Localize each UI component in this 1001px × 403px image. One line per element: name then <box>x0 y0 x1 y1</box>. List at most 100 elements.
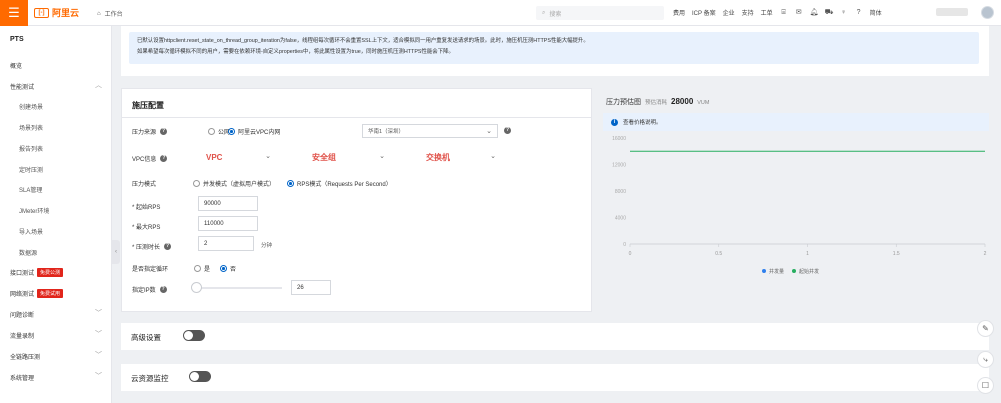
bulb-icon[interactable]: ♀ <box>840 9 848 17</box>
sidebar-item-datasource[interactable]: 数据源 <box>19 248 37 257</box>
search-placeholder: 搜索 <box>549 11 562 18</box>
sidebar-item-traffic-record[interactable]: 流量录制 <box>10 331 34 340</box>
advanced-settings-toggle[interactable] <box>183 330 205 341</box>
badge-free: 免费公测 <box>37 268 64 277</box>
help-icon[interactable]: ? <box>855 9 863 17</box>
radio-vpc[interactable]: 阿里云VPC内网 <box>228 127 280 136</box>
nav-icp[interactable]: ICP 备案 <box>692 8 716 17</box>
chevron-down-icon[interactable]: ﹀ <box>95 329 102 339</box>
help-icon[interactable]: ? <box>504 127 511 134</box>
bell-icon[interactable]: 🔔︎ <box>810 9 819 17</box>
chevron-down-icon: ⌄ <box>379 153 385 160</box>
nav-ticket[interactable]: 工单 <box>761 8 773 17</box>
radio-concurrency[interactable]: 并发模式（虚拟用户模式） <box>193 179 275 188</box>
legend-series-1[interactable]: 起始并发 <box>792 268 819 275</box>
slider-handle[interactable] <box>191 282 202 293</box>
x-tick-label: 1.5 <box>893 251 900 257</box>
sidebar-item-sla[interactable]: SLA管理 <box>19 185 42 194</box>
help-icon[interactable]: ? <box>160 128 168 135</box>
cloud-monitor-toggle[interactable] <box>189 371 211 382</box>
radio-rps[interactable]: RPS模式（Requests Per Second） <box>287 179 392 188</box>
notice-banner: 已默认设置httpclient.reset_state_on_thread_gr… <box>129 32 979 64</box>
ip-count-label: 指定IP数? <box>132 286 167 294</box>
legend-series-0[interactable]: 并发量 <box>762 268 784 275</box>
logo-mark-icon: [-] <box>34 7 49 18</box>
estimate-label: 预估消耗 <box>645 100 668 106</box>
source-label: 压力来源? <box>132 128 168 136</box>
sidebar-item-system[interactable]: 系统管理 <box>10 373 34 382</box>
badge-trial: 免费试用 <box>37 289 64 298</box>
vpc-select[interactable]: VPC ⌄ <box>201 150 276 164</box>
duration-label: * 压测时长? <box>132 243 172 251</box>
vpc-label: VPC信息? <box>132 155 168 163</box>
y-tick-label: 12000 <box>612 163 626 169</box>
duration-input[interactable]: 2 <box>198 236 254 251</box>
chevron-down-icon[interactable]: ﹀ <box>95 371 102 381</box>
sidebar: PTS 概览 性能测试 ︿ 创建场景 场景列表 报告列表 定时压测 SLA管理 … <box>0 26 112 403</box>
sidebar-item-network-test[interactable]: 网络测试 免费试用 <box>10 289 64 298</box>
sidebar-item-overview[interactable]: 概览 <box>10 61 22 70</box>
price-info-banner: i 查看价格说明。 <box>603 113 989 131</box>
radio-loop-yes[interactable]: 是 <box>194 264 210 273</box>
share-icon[interactable]: ⤷ <box>977 351 994 368</box>
radio-public[interactable]: 公网 <box>208 127 230 136</box>
sidebar-item-scene-list[interactable]: 场景列表 <box>19 123 43 132</box>
sidebar-item-import[interactable]: 导入场景 <box>19 227 43 236</box>
chart-header: 压力预估图 预估消耗 28000 VUM <box>606 97 710 107</box>
help-icon[interactable]: ? <box>164 243 172 250</box>
start-rps-input[interactable]: 90000 <box>198 196 258 211</box>
top-nav: 费用 ICP 备案 企业 支持 工单 ⌸ ✉ 🔔︎ ⛟ ♀ ? 简体 <box>673 8 882 18</box>
brand-name: 阿里云 <box>52 8 80 18</box>
help-icon[interactable]: ? <box>159 286 167 293</box>
cart-icon[interactable]: ⛟ <box>825 9 834 17</box>
language-switch[interactable]: 简体 <box>870 8 882 17</box>
chevron-up-icon[interactable]: ︿ <box>95 80 102 90</box>
sidebar-item-api-test[interactable]: 接口测试 免费公测 <box>10 268 64 277</box>
y-tick-label: 0 <box>623 242 626 248</box>
brand-logo[interactable]: [-] 阿里云 <box>34 6 79 19</box>
sidebar-item-create-scene[interactable]: 创建场景 <box>19 102 43 111</box>
pressure-chart: 0 4000 8000 12000 16000 0 0.5 1 1.5 2 <box>612 136 987 257</box>
section-title: 施压配置 <box>132 101 164 110</box>
sidebar-item-jmeter[interactable]: JMeter环境 <box>19 206 49 215</box>
sidebar-item-performance[interactable]: 性能测试 <box>10 82 34 91</box>
security-group-select[interactable]: 安全组 ⌄ <box>307 150 390 164</box>
vswitch-select[interactable]: 交换机 ⌄ <box>421 150 501 164</box>
cloud-shell-icon[interactable]: ⌸ <box>780 9 788 17</box>
message-icon[interactable]: ✉ <box>795 9 803 17</box>
search-input[interactable]: ⌕ 搜索 <box>536 6 664 20</box>
region-select[interactable]: 华南1（深圳） ⌄ <box>362 124 498 138</box>
sidebar-item-scheduled[interactable]: 定时压测 <box>19 165 43 174</box>
notice-line-1: 已默认设置httpclient.reset_state_on_thread_gr… <box>137 38 589 44</box>
start-rps-label: * 起始RPS <box>132 205 161 211</box>
workbench-link[interactable]: ⌂ 工作台 <box>92 6 128 21</box>
sidebar-item-full-link[interactable]: 全链路压测 <box>10 352 40 361</box>
duration-unit: 分钟 <box>261 243 273 249</box>
help-icon[interactable]: ? <box>160 155 168 162</box>
y-tick-label: 8000 <box>615 189 626 195</box>
chevron-down-icon[interactable]: ﹀ <box>95 350 102 360</box>
edit-icon[interactable]: ✎ <box>977 320 994 337</box>
price-info-link[interactable]: 查看价格说明。 <box>623 118 662 126</box>
avatar[interactable] <box>981 6 994 19</box>
nav-enterprise[interactable]: 企业 <box>723 8 735 17</box>
nav-support[interactable]: 支持 <box>742 8 754 17</box>
mode-label: 压力模式 <box>132 182 157 188</box>
chat-icon[interactable]: ☐ <box>977 377 994 394</box>
loop-label: 是否指定循环 <box>132 267 169 273</box>
username[interactable] <box>936 8 968 16</box>
max-rps-input[interactable]: 110000 <box>198 216 258 231</box>
x-tick-label: 0.5 <box>715 251 722 257</box>
radio-loop-no[interactable]: 否 <box>220 264 236 273</box>
cloud-monitor-label: 云资源监控 <box>131 374 169 383</box>
menu-icon[interactable]: ☰ <box>0 0 28 26</box>
sidebar-collapse-handle[interactable]: ‹ <box>112 240 120 264</box>
ip-count-input[interactable]: 26 <box>291 280 331 295</box>
advanced-settings-card: 高级设置 <box>121 323 989 350</box>
chevron-down-icon[interactable]: ﹀ <box>95 308 102 318</box>
nav-billing[interactable]: 费用 <box>673 8 685 17</box>
chevron-down-icon: ⌄ <box>486 128 492 135</box>
ip-count-slider[interactable] <box>197 287 282 289</box>
sidebar-item-report-list[interactable]: 报告列表 <box>19 144 43 153</box>
sidebar-item-diagnosis[interactable]: 问题诊断 <box>10 310 34 319</box>
